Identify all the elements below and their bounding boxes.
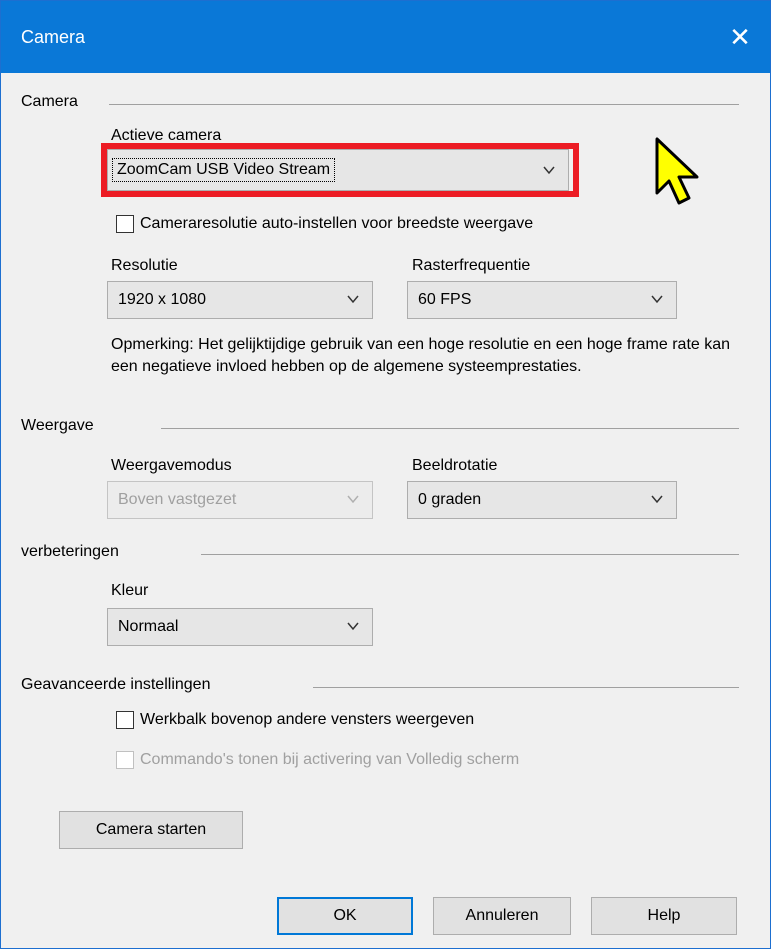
display-mode-label: Weergavemodus [111, 457, 232, 474]
window-title: Camera [21, 27, 86, 47]
help-button[interactable]: Help [591, 897, 737, 935]
rotation-select[interactable]: 0 graden [407, 481, 677, 519]
fullscreen-commands-label: Commando's tonen bij activering van Voll… [140, 751, 520, 768]
framerate-label: Rasterfrequentie [412, 257, 531, 274]
advanced-section-label: Geavanceerde instellingen [21, 676, 211, 693]
display-mode-value: Boven vastgezet [118, 491, 237, 508]
advanced-section-divider [313, 687, 739, 688]
display-section-divider [161, 428, 739, 429]
start-camera-button[interactable]: Camera starten [59, 811, 243, 849]
checkbox-box [116, 751, 134, 769]
chevron-down-icon [347, 495, 359, 504]
rotation-value: 0 graden [418, 491, 482, 508]
chevron-down-icon [347, 622, 359, 631]
close-icon: ✕ [729, 21, 751, 52]
fullscreen-commands-checkbox: Commando's tonen bij activering van Voll… [116, 751, 519, 769]
display-section-label: Weergave [21, 417, 94, 434]
color-value: Normaal [118, 618, 179, 635]
camera-dialog: Camera ✕ Camera Actieve camera ZoomCam U… [0, 0, 771, 949]
title-bar: Camera ✕ [1, 1, 770, 73]
color-select[interactable]: Normaal [107, 608, 373, 646]
highlight-frame [101, 143, 579, 197]
framerate-select[interactable]: 60 FPS [407, 281, 677, 319]
color-label: Kleur [111, 582, 149, 599]
camera-section-divider [109, 104, 739, 105]
resolution-select[interactable]: 1920 x 1080 [107, 281, 373, 319]
enhancements-section-divider [201, 554, 739, 555]
camera-section-label: Camera [21, 93, 78, 110]
toolbar-on-top-label: Werkbalk bovenop andere vensters weergev… [140, 711, 475, 728]
performance-note: Opmerking: Het gelijktijdige gebruik van… [111, 336, 731, 375]
auto-resolution-label: Cameraresolutie auto-instellen voor bree… [140, 215, 534, 232]
chevron-down-icon [651, 495, 663, 504]
auto-resolution-checkbox[interactable]: Cameraresolutie auto-instellen voor bree… [116, 215, 533, 233]
chevron-down-icon [347, 295, 359, 304]
resolution-label: Resolutie [111, 257, 178, 274]
toolbar-on-top-checkbox[interactable]: Werkbalk bovenop andere vensters weergev… [116, 711, 474, 729]
checkbox-box[interactable] [116, 711, 134, 729]
mouse-pointer-icon [655, 137, 699, 205]
chevron-down-icon [651, 295, 663, 304]
enhancements-section-label: verbeteringen [21, 543, 119, 560]
checkbox-box[interactable] [116, 215, 134, 233]
framerate-value: 60 FPS [418, 291, 472, 308]
display-mode-select: Boven vastgezet [107, 481, 373, 519]
resolution-value: 1920 x 1080 [118, 291, 207, 308]
cancel-button[interactable]: Annuleren [433, 897, 571, 935]
close-button[interactable]: ✕ [710, 1, 770, 73]
rotation-label: Beeldrotatie [412, 457, 498, 474]
ok-button[interactable]: OK [277, 897, 413, 935]
